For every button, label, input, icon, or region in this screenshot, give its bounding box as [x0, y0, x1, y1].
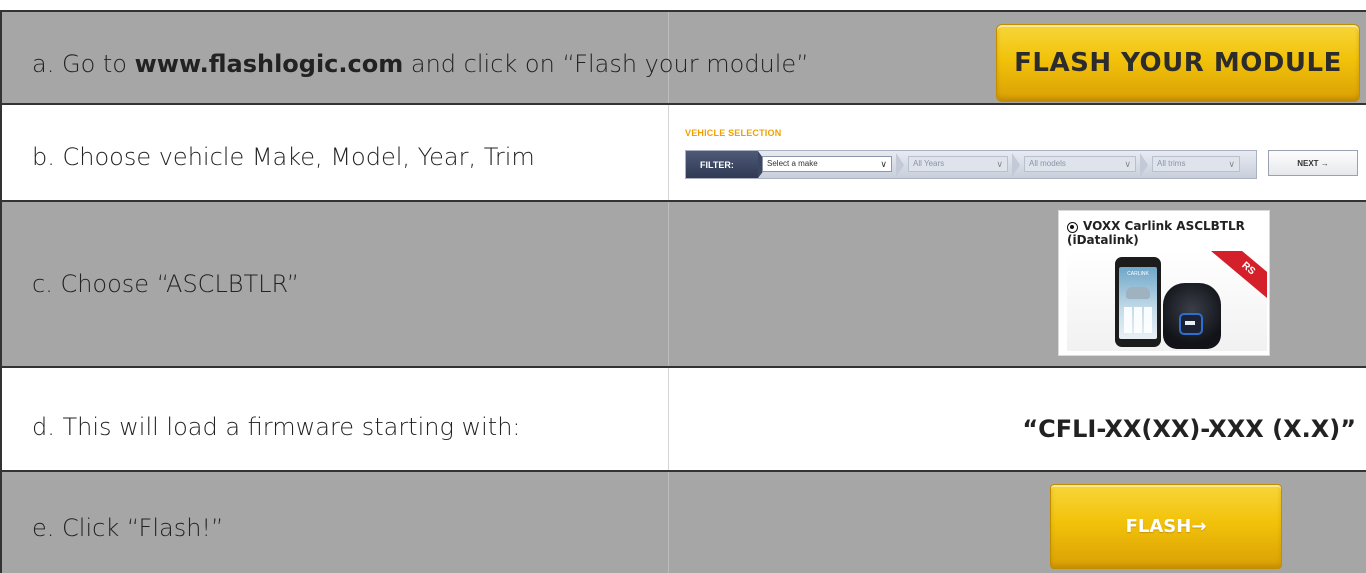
firmware-name: “CFLI-XX(XX)-XXX (X.X)”: [1022, 415, 1356, 443]
column-divider: [668, 472, 669, 573]
trim-select[interactable]: All trims ∨: [1152, 156, 1240, 172]
flash-button[interactable]: FLASH→: [1050, 484, 1282, 569]
vehicle-filter-bar: FILTER: Select a make ∨ All Years ∨ All …: [685, 150, 1257, 179]
step-a-suffix: and click on “Flash your module”: [403, 50, 809, 78]
chevron-down-icon: ∨: [1124, 159, 1131, 169]
make-select[interactable]: Select a make ∨: [762, 156, 892, 172]
step-b-text: b. Choose vehicle Make, Model, Year, Tri…: [32, 143, 535, 171]
step-arrow-icon: [896, 153, 904, 177]
flash-your-module-button[interactable]: FLASH YOUR MODULE: [996, 24, 1360, 102]
column-divider: [668, 368, 669, 470]
product-image: CARLINK RS: [1067, 251, 1267, 351]
model-select-value: All models: [1029, 159, 1066, 168]
vehicle-selection-title: VEHICLE SELECTION: [685, 128, 782, 138]
step-c-text: c. Choose “ASCLBTLR”: [32, 270, 300, 298]
model-select[interactable]: All models ∨: [1024, 156, 1136, 172]
product-name: VOXX Carlink ASCLBTLR: [1083, 219, 1245, 233]
fob-button-icon: [1179, 313, 1203, 335]
make-select-value: Select a make: [767, 159, 818, 168]
next-button[interactable]: NEXT →: [1268, 150, 1358, 176]
filter-label: FILTER:: [686, 151, 768, 178]
chevron-down-icon: ∨: [880, 159, 887, 169]
trim-select-value: All trims: [1157, 159, 1186, 168]
column-divider: [668, 105, 669, 200]
key-fob-icon: [1163, 283, 1221, 349]
year-select-value: All Years: [913, 159, 945, 168]
step-arrow-icon: [1012, 153, 1020, 177]
radio-selected-icon[interactable]: [1067, 222, 1078, 233]
year-select[interactable]: All Years ∨: [908, 156, 1008, 172]
step-e-text: e. Click “Flash!”: [32, 514, 224, 542]
flashlogic-link[interactable]: www.flashlogic.com: [135, 50, 404, 78]
chevron-down-icon: ∨: [996, 159, 1003, 169]
chevron-down-icon: ∨: [1228, 159, 1235, 169]
phone-screen-label: CARLINK: [1127, 271, 1149, 277]
column-divider: [668, 202, 669, 366]
product-subtitle: (iDatalink): [1067, 233, 1139, 247]
app-buttons: [1124, 307, 1152, 333]
step-a-prefix: a. Go to: [32, 50, 135, 78]
car-icon: [1126, 287, 1150, 299]
phone-screen: CARLINK: [1119, 267, 1157, 339]
step-arrow-icon: [1140, 153, 1148, 177]
step-row-a: a. Go to www.flashlogic.com and click on…: [0, 10, 1366, 103]
product-card[interactable]: VOXX Carlink ASCLBTLR (iDatalink) CARLIN…: [1058, 210, 1270, 356]
smartphone-icon: CARLINK: [1115, 257, 1161, 347]
step-a-text: a. Go to www.flashlogic.com and click on…: [32, 50, 809, 78]
step-d-text: d. This will load a firmware starting wi…: [32, 413, 521, 441]
